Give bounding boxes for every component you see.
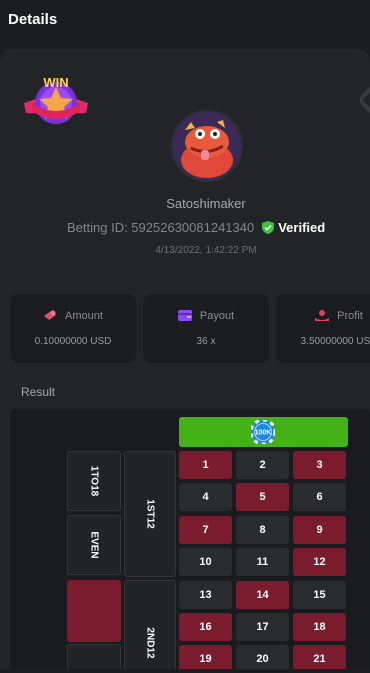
betting-id-row: Betting ID: 59252630081241340 Verified — [67, 220, 325, 235]
number-cell-9: 9 — [293, 515, 346, 544]
bet-even: EVEN — [67, 515, 121, 575]
header: Details — [0, 0, 370, 48]
number-cell-17: 17 — [236, 613, 289, 641]
bet-2nd12: 2ND12 — [124, 580, 176, 669]
page-title: Details — [8, 11, 58, 28]
stat-amount-value: 0.10000000 USD — [34, 336, 112, 347]
number-cell-18: 18 — [293, 613, 346, 641]
chip-icon: 100K — [251, 420, 275, 444]
chip-label: 100K — [255, 430, 272, 437]
bet-black — [67, 644, 121, 669]
result-label: Result — [21, 385, 56, 399]
stat-amount-label: Amount — [65, 310, 103, 322]
number-cell-8: 8 — [236, 515, 289, 544]
stat-amount: Amount 0.10000000 USD — [10, 294, 136, 363]
number-cell-19: 19 — [179, 645, 232, 669]
number-cell-5: 5 — [236, 483, 289, 512]
betting-id: Betting ID: 59252630081241340 — [67, 220, 255, 235]
stat-payout-label: Payout — [199, 310, 235, 322]
verified-label: Verified — [278, 220, 326, 235]
number-cell-7: 7 — [179, 515, 232, 544]
stat-payout-value: 36 x — [196, 336, 216, 347]
number-cell-15: 15 — [293, 580, 346, 609]
roulette-board: 100K 1TO18 EVEN 1ST12 2ND12 1 2 3 4 5 6 7 8 9 10 1… — [10, 409, 370, 669]
number-cell-10: 10 — [179, 548, 232, 577]
number-cell-3: 3 — [293, 451, 346, 479]
bet-red — [67, 580, 121, 642]
stat-profit: Profit 3.50000000 USD — [276, 294, 370, 363]
timestamp: 4/13/2022, 1:42:22 PM — [155, 245, 257, 256]
number-cell-11: 11 — [236, 548, 289, 577]
number-cell-1: 1 — [179, 451, 232, 479]
bet-even-label: EVEN — [88, 531, 100, 559]
bet-1to18: 1TO18 — [67, 451, 121, 511]
stat-profit-value: 3.50000000 USD — [300, 336, 370, 347]
number-cell-6: 6 — [293, 483, 346, 512]
details-card: WIN Satoshimaker Betting ID: 59252630081… — [0, 49, 370, 669]
dinosaur-avatar-icon — [173, 112, 241, 180]
number-cell-12: 12 — [293, 548, 346, 577]
number-cell-2: 2 — [236, 451, 289, 479]
username: Satoshimaker — [166, 196, 246, 211]
avatar — [171, 110, 243, 182]
verified-shield-icon — [262, 221, 275, 234]
number-cell-13: 13 — [179, 580, 232, 609]
win-badge-text: WIN — [43, 75, 68, 90]
win-badge-icon: WIN — [24, 75, 88, 124]
amount-icon — [43, 310, 57, 321]
number-cell-16: 16 — [179, 613, 232, 641]
chevron-left-icon[interactable] — [360, 85, 370, 115]
stat-payout: Payout 36 x — [143, 294, 269, 363]
number-cell-21: 21 — [293, 645, 346, 669]
stat-profit-label: Profit — [337, 310, 363, 322]
number-cell-14: 14 — [236, 580, 289, 609]
bet-2nd12-label: 2ND12 — [144, 627, 156, 659]
wallet-icon — [177, 310, 192, 321]
bet-1to18-label: 1TO18 — [88, 465, 100, 497]
zero-cell: 100K — [179, 417, 348, 447]
number-cell-4: 4 — [179, 483, 232, 512]
number-cell-20: 20 — [236, 645, 289, 669]
bet-1st12-label: 1ST12 — [144, 499, 156, 529]
profit-icon — [315, 310, 330, 321]
bet-1st12: 1ST12 — [124, 451, 176, 577]
